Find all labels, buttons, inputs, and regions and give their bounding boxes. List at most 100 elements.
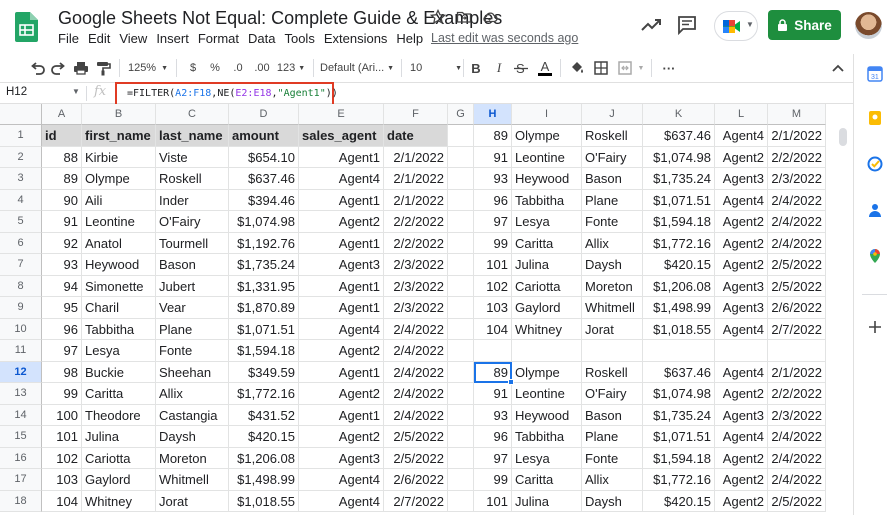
formula-input[interactable]: =FILTER(A2:F18,NE(E2:E18,"Agent1")) xyxy=(115,82,338,106)
column-header-h[interactable]: H xyxy=(474,104,512,125)
cell-l6[interactable]: Agent2 xyxy=(715,232,768,254)
cell-j12[interactable]: Roskell xyxy=(582,361,643,383)
comments-icon[interactable] xyxy=(676,14,698,36)
cell-g15[interactable] xyxy=(448,426,474,448)
row-header-5[interactable]: 5 xyxy=(0,211,42,233)
contacts-icon[interactable] xyxy=(867,202,883,218)
cell-c13[interactable]: Allix xyxy=(156,383,229,405)
column-header-m[interactable]: M xyxy=(768,104,826,125)
cell-m14[interactable]: 2/3/2022 xyxy=(768,404,826,426)
redo-icon[interactable] xyxy=(50,58,68,78)
paint-format-icon[interactable] xyxy=(94,58,112,78)
row-header-14[interactable]: 14 xyxy=(0,404,42,426)
row-header-15[interactable]: 15 xyxy=(0,426,42,448)
cell-b8[interactable]: Simonette xyxy=(82,275,156,297)
cell-f3[interactable]: 2/1/2022 xyxy=(384,168,448,190)
cell-l7[interactable]: Agent2 xyxy=(715,254,768,276)
keep-icon[interactable] xyxy=(867,110,883,126)
tasks-icon[interactable] xyxy=(867,156,883,172)
cell-k16[interactable]: $1,594.18 xyxy=(643,447,715,469)
cell-i11[interactable] xyxy=(512,340,582,362)
cell-c15[interactable]: Daysh xyxy=(156,426,229,448)
cell-l18[interactable]: Agent2 xyxy=(715,490,768,512)
cell-b16[interactable]: Cariotta xyxy=(82,447,156,469)
cell-a8[interactable]: 94 xyxy=(42,275,82,297)
row-header-9[interactable]: 9 xyxy=(0,297,42,319)
cell-k2[interactable]: $1,074.98 xyxy=(643,146,715,168)
name-box[interactable]: H12 xyxy=(6,86,27,98)
cell-i5[interactable]: Lesya xyxy=(512,211,582,233)
borders-icon[interactable] xyxy=(593,58,609,78)
cell-e1[interactable]: sales_agent xyxy=(299,125,384,147)
cell-b5[interactable]: Leontine xyxy=(82,211,156,233)
column-header-a[interactable]: A xyxy=(42,104,82,125)
row-header-6[interactable]: 6 xyxy=(0,232,42,254)
cell-c9[interactable]: Vear xyxy=(156,297,229,319)
menu-edit[interactable]: Edit xyxy=(88,31,110,46)
cell-l3[interactable]: Agent3 xyxy=(715,168,768,190)
cell-f5[interactable]: 2/2/2022 xyxy=(384,211,448,233)
cell-d4[interactable]: $394.46 xyxy=(229,189,299,211)
cell-f12[interactable]: 2/4/2022 xyxy=(384,361,448,383)
cell-d8[interactable]: $1,331.95 xyxy=(229,275,299,297)
cell-m8[interactable]: 2/5/2022 xyxy=(768,275,826,297)
cell-c1[interactable]: last_name xyxy=(156,125,229,147)
cell-g10[interactable] xyxy=(448,318,474,340)
cell-i18[interactable]: Julina xyxy=(512,490,582,512)
collapse-toolbar-icon[interactable] xyxy=(830,58,846,78)
cell-l15[interactable]: Agent4 xyxy=(715,426,768,448)
increase-decimal-button[interactable]: .00 xyxy=(252,58,272,78)
cell-m4[interactable]: 2/4/2022 xyxy=(768,189,826,211)
row-header-3[interactable]: 3 xyxy=(0,168,42,190)
cell-d6[interactable]: $1,192.76 xyxy=(229,232,299,254)
cell-k11[interactable] xyxy=(643,340,715,362)
cell-b10[interactable]: Tabbitha xyxy=(82,318,156,340)
column-header-d[interactable]: D xyxy=(229,104,299,125)
cell-g6[interactable] xyxy=(448,232,474,254)
cell-e6[interactable]: Agent1 xyxy=(299,232,384,254)
cell-j7[interactable]: Daysh xyxy=(582,254,643,276)
cell-g5[interactable] xyxy=(448,211,474,233)
cell-d1[interactable]: amount xyxy=(229,125,299,147)
menu-view[interactable]: View xyxy=(119,31,147,46)
cell-i7[interactable]: Julina xyxy=(512,254,582,276)
row-header-7[interactable]: 7 xyxy=(0,254,42,276)
cell-i15[interactable]: Tabbitha xyxy=(512,426,582,448)
cell-h8[interactable]: 102 xyxy=(474,275,512,297)
cell-g12[interactable] xyxy=(448,361,474,383)
cell-d3[interactable]: $637.46 xyxy=(229,168,299,190)
more-tools-button[interactable]: ··· xyxy=(660,58,678,78)
font-size-select[interactable]: 10 ▼ xyxy=(410,58,462,78)
add-icon[interactable] xyxy=(867,319,883,335)
meet-button[interactable]: ▼ xyxy=(714,11,758,41)
cell-c4[interactable]: Inder xyxy=(156,189,229,211)
cell-e5[interactable]: Agent2 xyxy=(299,211,384,233)
cell-g4[interactable] xyxy=(448,189,474,211)
row-header-12[interactable]: 12 xyxy=(0,361,42,383)
cell-b6[interactable]: Anatol xyxy=(82,232,156,254)
cell-k17[interactable]: $1,772.16 xyxy=(643,469,715,491)
cell-d16[interactable]: $1,206.08 xyxy=(229,447,299,469)
row-header-16[interactable]: 16 xyxy=(0,447,42,469)
cell-j1[interactable]: Roskell xyxy=(582,125,643,147)
cell-f17[interactable]: 2/6/2022 xyxy=(384,469,448,491)
cell-e16[interactable]: Agent3 xyxy=(299,447,384,469)
cell-b3[interactable]: Olympe xyxy=(82,168,156,190)
undo-icon[interactable] xyxy=(28,58,46,78)
cell-e13[interactable]: Agent2 xyxy=(299,383,384,405)
cell-j3[interactable]: Bason xyxy=(582,168,643,190)
cell-b2[interactable]: Kirbie xyxy=(82,146,156,168)
cell-l4[interactable]: Agent4 xyxy=(715,189,768,211)
cell-e7[interactable]: Agent3 xyxy=(299,254,384,276)
cell-f6[interactable]: 2/2/2022 xyxy=(384,232,448,254)
cell-k15[interactable]: $1,071.51 xyxy=(643,426,715,448)
more-formats-select[interactable]: 123 ▼ xyxy=(276,58,306,78)
decrease-decimal-button[interactable]: .0 xyxy=(230,58,246,78)
row-header-13[interactable]: 13 xyxy=(0,383,42,405)
cell-c17[interactable]: Whitmell xyxy=(156,469,229,491)
cell-c12[interactable]: Sheehan xyxy=(156,361,229,383)
cell-g8[interactable] xyxy=(448,275,474,297)
bold-button[interactable]: B xyxy=(469,58,483,78)
cell-c11[interactable]: Fonte xyxy=(156,340,229,362)
cell-l9[interactable]: Agent3 xyxy=(715,297,768,319)
